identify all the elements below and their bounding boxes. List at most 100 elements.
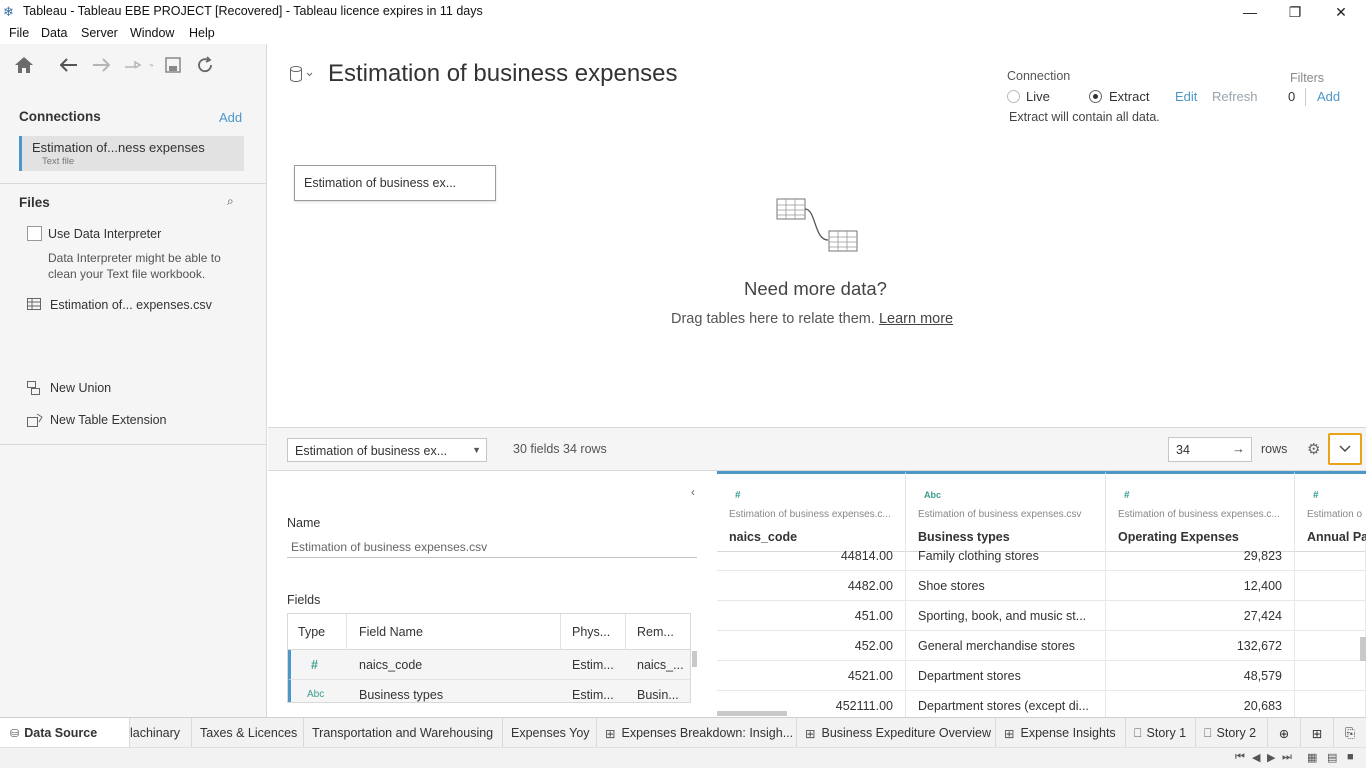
table-cell xyxy=(1295,541,1366,571)
extract-label: Extract xyxy=(1109,89,1150,104)
column-header-field-name[interactable]: Field Name xyxy=(359,614,559,649)
scrollbar[interactable] xyxy=(692,651,697,667)
search-icon[interactable]: ⌕ xyxy=(227,194,234,209)
table-row[interactable]: Abc Business types Estim... Busin... xyxy=(288,680,690,702)
extract-note: Extract will contain all data. xyxy=(1009,110,1160,124)
menu-data[interactable]: Data xyxy=(41,26,67,40)
tab-sheet[interactable]: Expenses Yoy xyxy=(503,718,597,748)
home-icon[interactable] xyxy=(13,54,35,76)
number-type-icon[interactable]: # xyxy=(1124,490,1130,501)
add-filter-link[interactable]: Add xyxy=(1317,89,1340,104)
column-header-annual-payroll[interactable]: # Estimation o Annual Pa xyxy=(1295,471,1366,552)
new-union-item[interactable]: New Union xyxy=(50,381,111,395)
string-type-icon[interactable]: Abc xyxy=(307,680,337,702)
table-row: 44814.00 Family clothing stores 29,823 xyxy=(717,541,1366,571)
fields-rows-summary: 30 fields 34 rows xyxy=(513,442,607,456)
arrow-right-icon[interactable]: → xyxy=(1232,441,1245,456)
fields-table-header: Type Field Name Phys... Rem... xyxy=(288,614,690,650)
new-table-extension-item[interactable]: New Table Extension xyxy=(50,413,167,427)
menu-help[interactable]: Help xyxy=(189,26,215,40)
show-tabs-icon[interactable]: ■ xyxy=(1347,751,1354,763)
menu-file[interactable]: File xyxy=(9,26,29,40)
new-worksheet-button[interactable]: ⊕ xyxy=(1268,718,1301,748)
data-interpreter-checkbox[interactable] xyxy=(27,226,42,241)
collapse-chevron-icon[interactable]: ‹ xyxy=(691,485,695,499)
show-filmstrip-icon[interactable]: ▦ xyxy=(1307,751,1317,764)
column-header-business-types[interactable]: Abc Estimation of business expenses.csv … xyxy=(906,471,1106,552)
string-type-icon[interactable]: Abc xyxy=(924,490,941,500)
add-connection-link[interactable]: Add xyxy=(219,110,242,125)
expand-grid-button[interactable] xyxy=(1328,433,1362,465)
tab-label: Story 1 xyxy=(1146,726,1187,740)
name-field-value: Estimation of business expenses.csv xyxy=(291,540,488,554)
table-cell xyxy=(1295,631,1366,661)
left-pane: Connections Add Estimation of...ness exp… xyxy=(0,44,267,717)
restore-button[interactable]: ❐ xyxy=(1272,0,1318,24)
column-header-naics-code[interactable]: # Estimation of business expenses.c... n… xyxy=(717,471,906,552)
back-icon[interactable] xyxy=(58,54,80,76)
menu-bar: File Data Server Window Help xyxy=(0,24,1366,44)
last-sheet-icon[interactable]: ⏭ xyxy=(1282,751,1292,764)
field-name-cell[interactable]: naics_code xyxy=(359,650,559,679)
column-header-operating-expenses[interactable]: # Estimation of business expenses.c... O… xyxy=(1106,471,1295,552)
table-row[interactable]: # naics_code Estim... naics_... xyxy=(288,650,690,680)
fields-label: Fields xyxy=(287,593,321,607)
divider xyxy=(560,614,561,650)
number-type-icon[interactable]: # xyxy=(1313,490,1319,501)
extract-radio[interactable] xyxy=(1089,90,1102,103)
table-cell: Shoe stores xyxy=(906,571,1106,601)
file-item[interactable]: Estimation of... expenses.csv xyxy=(50,298,212,312)
menu-window[interactable]: Window xyxy=(130,26,174,40)
connections-title: Connections xyxy=(19,109,101,124)
number-type-icon[interactable]: # xyxy=(735,490,741,501)
minimize-button[interactable]: — xyxy=(1227,0,1273,24)
fields-table: Type Field Name Phys... Rem... # naics_c… xyxy=(287,613,691,703)
tab-dashboard[interactable]: ⊞ Business Expediture Overview xyxy=(797,718,996,748)
gear-icon[interactable]: ⚙ xyxy=(1307,440,1320,458)
vertical-scrollbar[interactable] xyxy=(1360,637,1366,661)
close-button[interactable]: ✕ xyxy=(1318,0,1364,24)
datasource-title[interactable]: Estimation of business expenses xyxy=(328,60,678,88)
table-cell: 44814.00 xyxy=(717,541,906,571)
table-select[interactable]: Estimation of business ex... ▼ xyxy=(287,438,487,462)
new-dashboard-button[interactable]: ⊞ xyxy=(1301,718,1334,748)
column-header-type[interactable]: Type xyxy=(298,614,343,649)
live-radio[interactable] xyxy=(1007,90,1020,103)
tab-sheet[interactable]: Taxes & Licences xyxy=(192,718,304,748)
next-sheet-icon[interactable]: ▶ xyxy=(1267,751,1275,764)
refresh-icon[interactable] xyxy=(194,54,216,76)
column-header-remote[interactable]: Rem... xyxy=(637,614,689,649)
learn-more-link[interactable]: Learn more xyxy=(879,311,953,327)
story-icon: ⎕ xyxy=(1204,725,1212,740)
new-story-button[interactable]: ⎘ xyxy=(1334,718,1366,748)
horizontal-scrollbar[interactable] xyxy=(717,711,787,716)
filters-count: 0 xyxy=(1288,89,1296,104)
edit-extract-link[interactable]: Edit xyxy=(1175,89,1197,104)
table-pill[interactable]: Estimation of business ex... xyxy=(294,165,496,201)
menu-server[interactable]: Server xyxy=(81,26,118,40)
datasource-icon[interactable] xyxy=(289,65,315,86)
previous-sheet-icon[interactable]: ◀ xyxy=(1252,751,1260,764)
tab-dashboard[interactable]: ⊞ Expenses Breakdown: Insigh... xyxy=(597,718,797,748)
refresh-extract-link[interactable]: Refresh xyxy=(1212,89,1258,104)
show-sheet-sorter-icon[interactable]: ▤ xyxy=(1327,751,1337,764)
name-field[interactable]: Estimation of business expenses.csv xyxy=(287,535,697,558)
field-name-cell[interactable]: Business types xyxy=(359,680,559,702)
remote-field-cell: naics_... xyxy=(637,657,684,672)
tab-data-source[interactable]: ⛁ Data Source xyxy=(0,718,130,748)
tab-story[interactable]: ⎕ Story 2 xyxy=(1196,718,1268,748)
tab-story[interactable]: ⎕ Story 1 xyxy=(1126,718,1196,748)
tab-sheet[interactable]: lachinary xyxy=(130,718,192,748)
tab-sheet[interactable]: Transportation and Warehousing xyxy=(304,718,503,748)
connection-item[interactable]: Estimation of...ness expenses Text file xyxy=(19,136,244,171)
rows-input[interactable]: 34 → xyxy=(1168,437,1252,462)
connection-name: Estimation of...ness expenses xyxy=(32,140,205,155)
save-icon[interactable] xyxy=(162,54,184,76)
first-sheet-icon[interactable]: ⏮ xyxy=(1235,751,1245,764)
forward-icon[interactable] xyxy=(90,54,112,76)
column-header-physical[interactable]: Phys... xyxy=(572,614,622,649)
tab-dashboard[interactable]: ⊞ Expense Insights xyxy=(996,718,1126,748)
number-type-icon[interactable]: # xyxy=(311,650,341,679)
table-cell: General merchandise stores xyxy=(906,631,1106,661)
redo-dropdown-icon[interactable] xyxy=(120,54,156,76)
